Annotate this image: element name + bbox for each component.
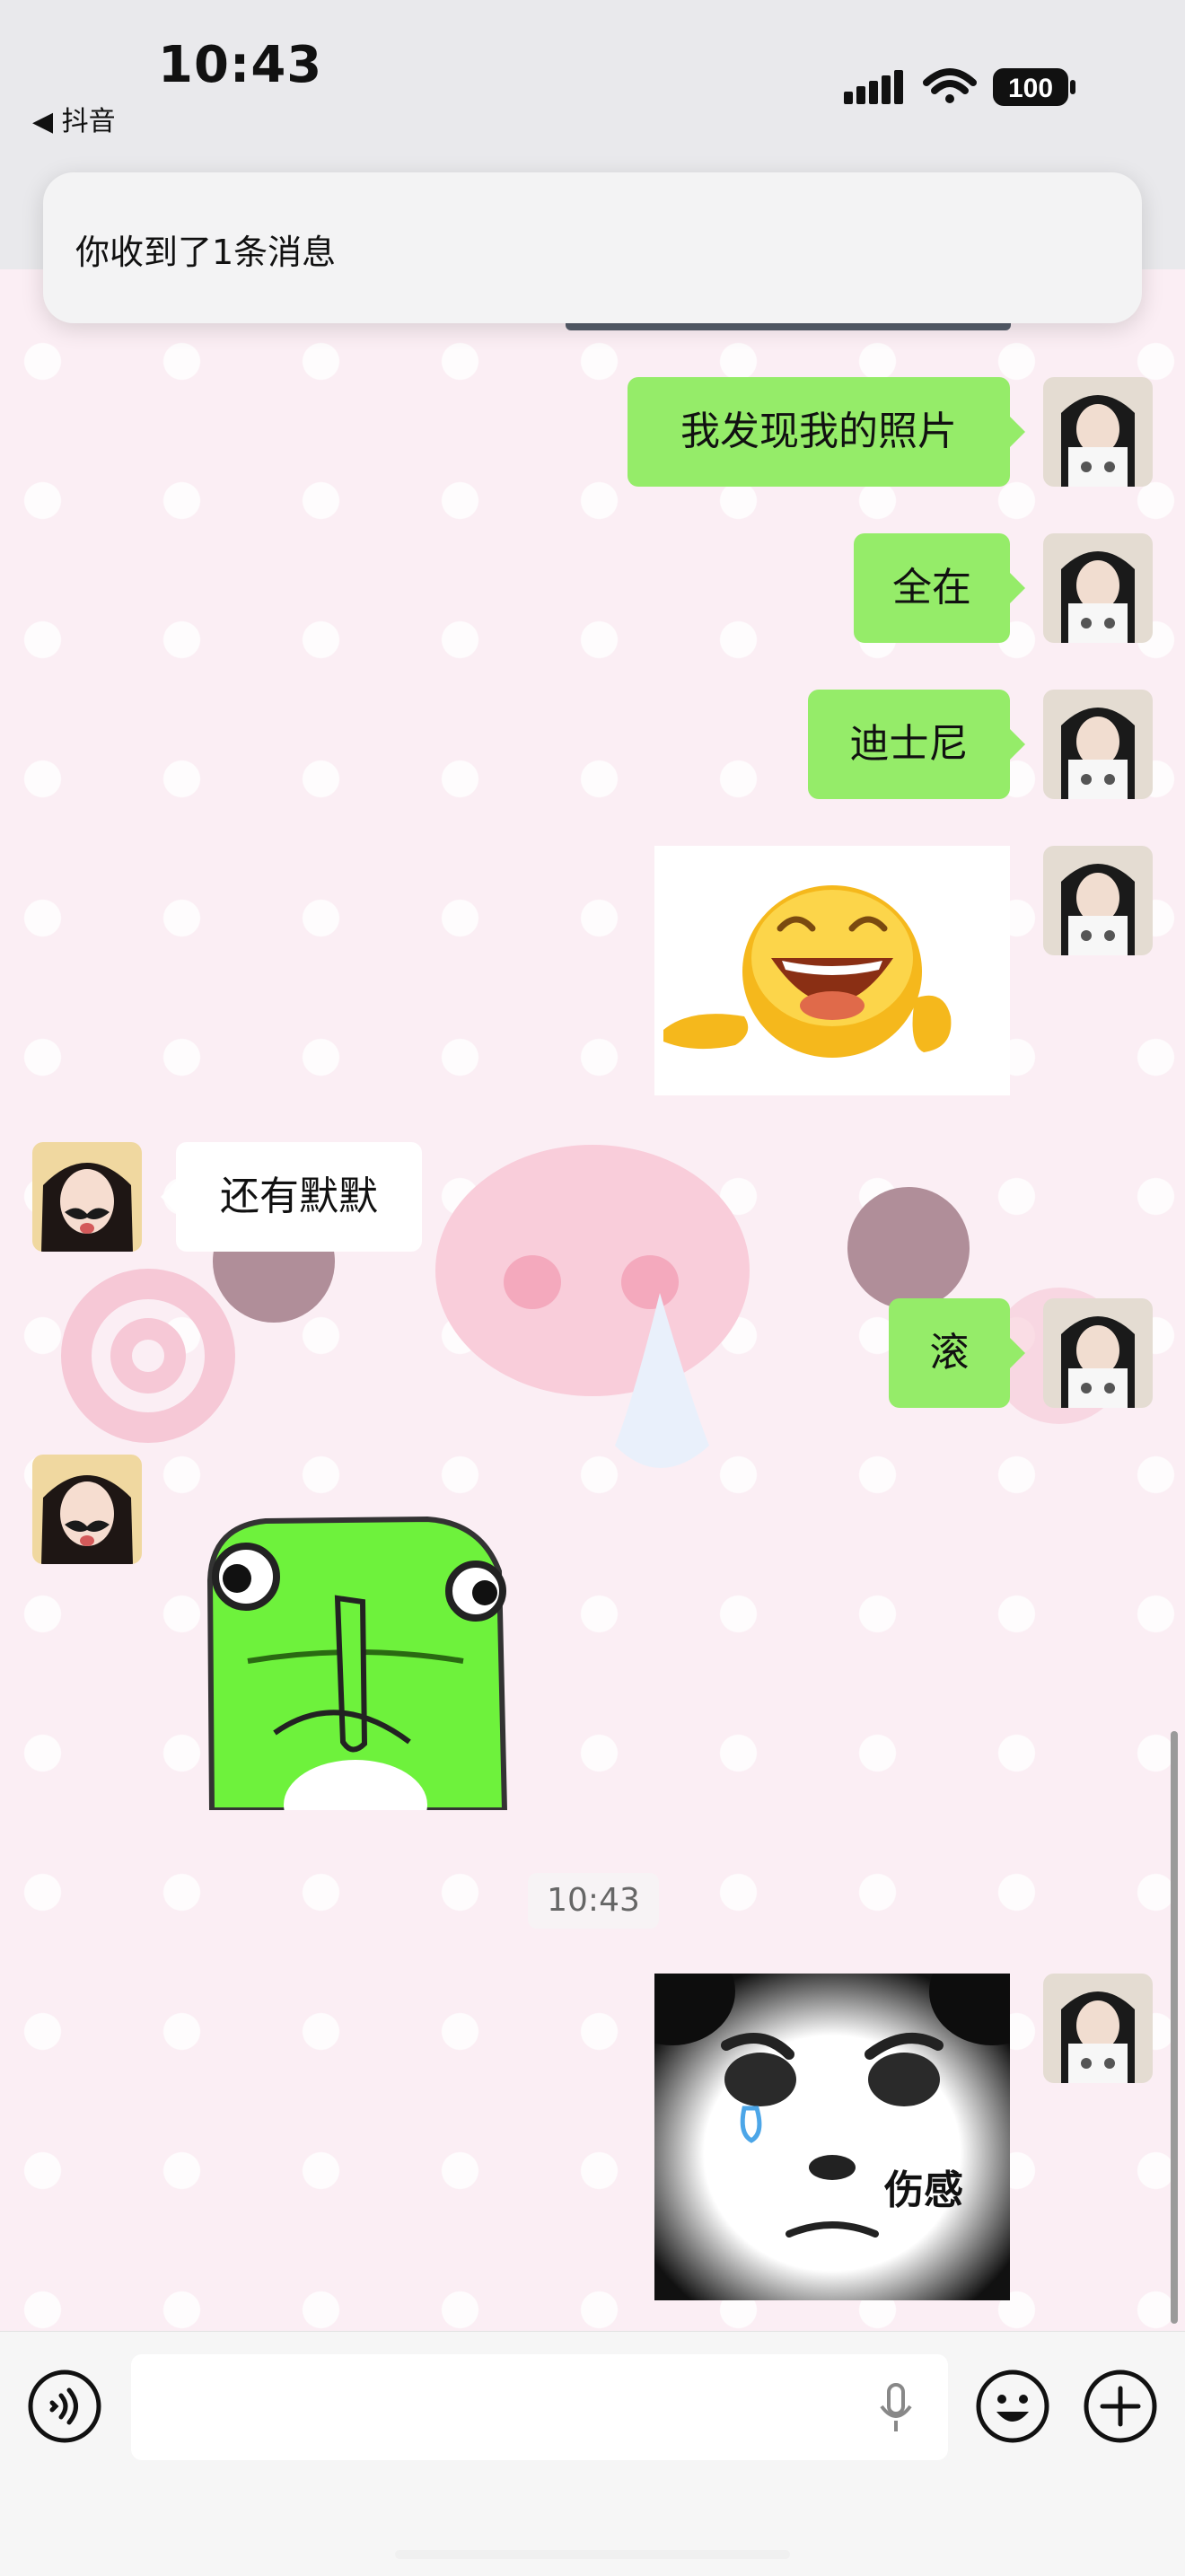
back-to-app-link[interactable]: ◀ 抖音 <box>32 99 116 138</box>
microphone-icon[interactable] <box>878 2381 914 2435</box>
emoji-button[interactable] <box>975 2369 1050 2444</box>
plus-icon <box>1084 2369 1157 2443</box>
notification-text: 你收到了1条消息 <box>75 233 337 272</box>
contact-avatar[interactable] <box>32 1142 142 1252</box>
my-avatar[interactable] <box>1043 690 1153 799</box>
my-avatar[interactable] <box>1043 1298 1153 1408</box>
message-bubble-received[interactable]: 还有默默 <box>161 1142 422 1252</box>
sticker-caption: 伤感 <box>883 2167 963 2213</box>
chat-scrollbar[interactable] <box>1171 1731 1178 2324</box>
contact-avatar[interactable] <box>32 1455 142 1564</box>
message-bubble-sent[interactable]: 我发现我的照片 <box>628 377 1025 487</box>
emoji-icon <box>976 2369 1049 2443</box>
message-bubble-sent[interactable]: 迪士尼 <box>808 690 1025 799</box>
green-frog-shush-sticker[interactable] <box>194 1508 519 1810</box>
message-timestamp: 10:43 <box>528 1873 659 1929</box>
my-avatar[interactable] <box>1043 533 1153 643</box>
laughing-emoji-sticker[interactable] <box>654 846 1010 1095</box>
voice-mode-button[interactable] <box>27 2369 102 2444</box>
my-avatar[interactable] <box>1043 377 1153 487</box>
status-icons: 100 <box>844 68 1075 106</box>
cellular-signal-icon <box>844 70 903 104</box>
message-input[interactable] <box>131 2354 948 2460</box>
more-actions-button[interactable] <box>1083 2369 1158 2444</box>
sad-panda-face-sticker[interactable]: 伤感 <box>654 1974 1010 2300</box>
status-time: 10:43 <box>158 36 323 94</box>
notification-banner[interactable]: 你收到了1条消息 <box>43 172 1142 323</box>
voice-mode-icon <box>28 2369 101 2443</box>
my-avatar[interactable] <box>1043 1974 1153 2083</box>
my-avatar[interactable] <box>1043 846 1153 955</box>
message-bubble-sent[interactable]: 滚 <box>889 1298 1025 1408</box>
battery-level: 100 <box>1008 74 1053 103</box>
battery-icon: 100 <box>993 68 1075 106</box>
home-indicator <box>395 2550 790 2559</box>
wifi-icon <box>923 68 977 103</box>
message-bubble-sent[interactable]: 全在 <box>854 533 1025 643</box>
